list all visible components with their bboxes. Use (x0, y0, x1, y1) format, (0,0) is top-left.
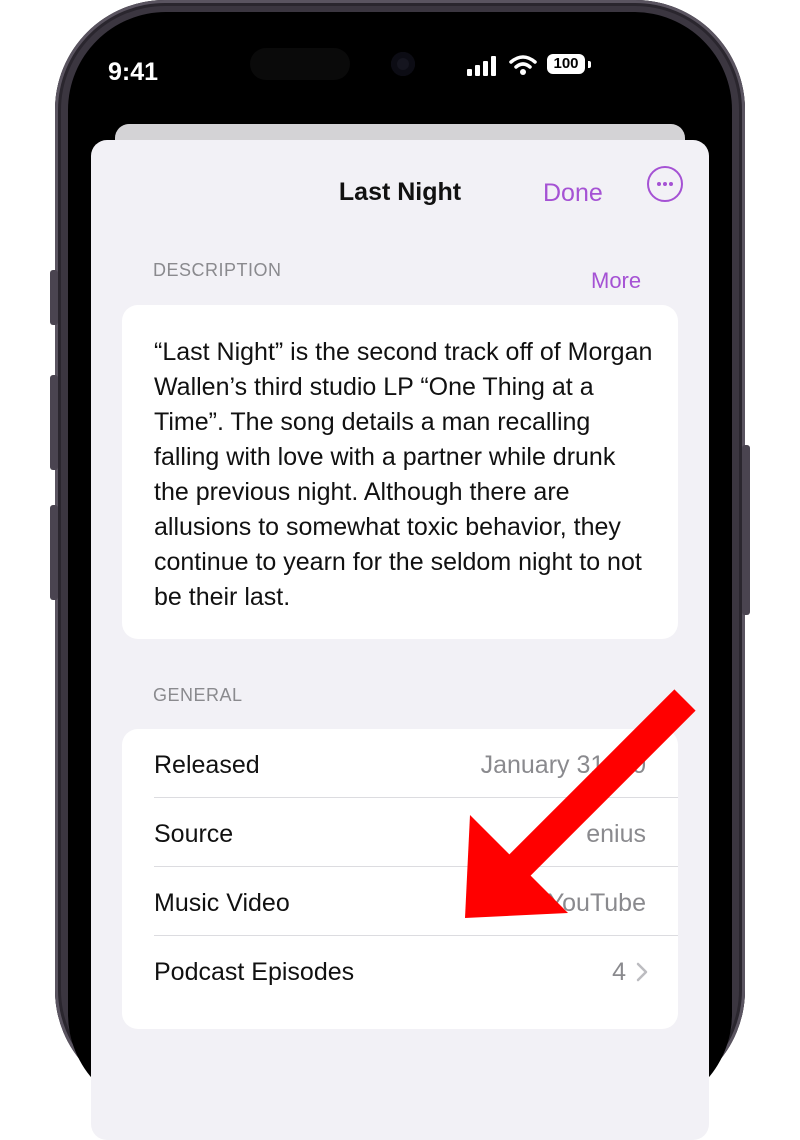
status-time: 9:41 (108, 58, 159, 86)
battery-icon: 100 (547, 54, 585, 74)
wifi-icon (509, 55, 537, 75)
description-header: DESCRIPTION (153, 260, 282, 280)
source-label: Source (154, 820, 234, 848)
sheet-title: Last Night (338, 178, 462, 206)
info-sheet: Last Night Done DESCRIPTION More “Last N… (91, 140, 709, 1140)
general-card: Released January 31, 20 Source enius Mus… (122, 729, 678, 1029)
row-released: Released January 31, 20 (154, 729, 678, 798)
music-video-value[interactable]: YouTube (548, 889, 646, 918)
done-button[interactable]: Done (543, 179, 603, 208)
volume-down-button (50, 505, 58, 600)
row-music-video[interactable]: Music Video YouTube (154, 867, 678, 936)
general-header: GENERAL (153, 685, 243, 705)
row-source[interactable]: Source enius (154, 798, 678, 867)
podcast-episodes-label: Podcast Episodes (154, 958, 355, 986)
ellipsis-circle-icon[interactable] (647, 166, 683, 202)
description-text: “Last Night” is the second track off of … (154, 338, 653, 611)
power-button (742, 445, 750, 615)
row-podcast-episodes[interactable]: Podcast Episodes 4 (154, 936, 678, 1005)
status-icons: 100 (467, 52, 647, 78)
released-label: Released (154, 751, 260, 779)
battery-cap (588, 61, 591, 68)
released-value: January 31, 20 (480, 751, 646, 779)
volume-up-button (50, 375, 58, 470)
source-value[interactable]: enius (586, 820, 646, 849)
cellular-signal-icon (467, 56, 496, 76)
action-button (50, 270, 58, 325)
description-card: “Last Night” is the second track off of … (122, 305, 678, 639)
music-video-label: Music Video (154, 889, 290, 917)
podcast-episodes-count: 4 (612, 958, 626, 986)
description-more-link[interactable]: More (591, 268, 641, 294)
chevron-right-icon (636, 962, 648, 982)
camera-icon (391, 52, 415, 76)
dynamic-island (250, 48, 350, 80)
